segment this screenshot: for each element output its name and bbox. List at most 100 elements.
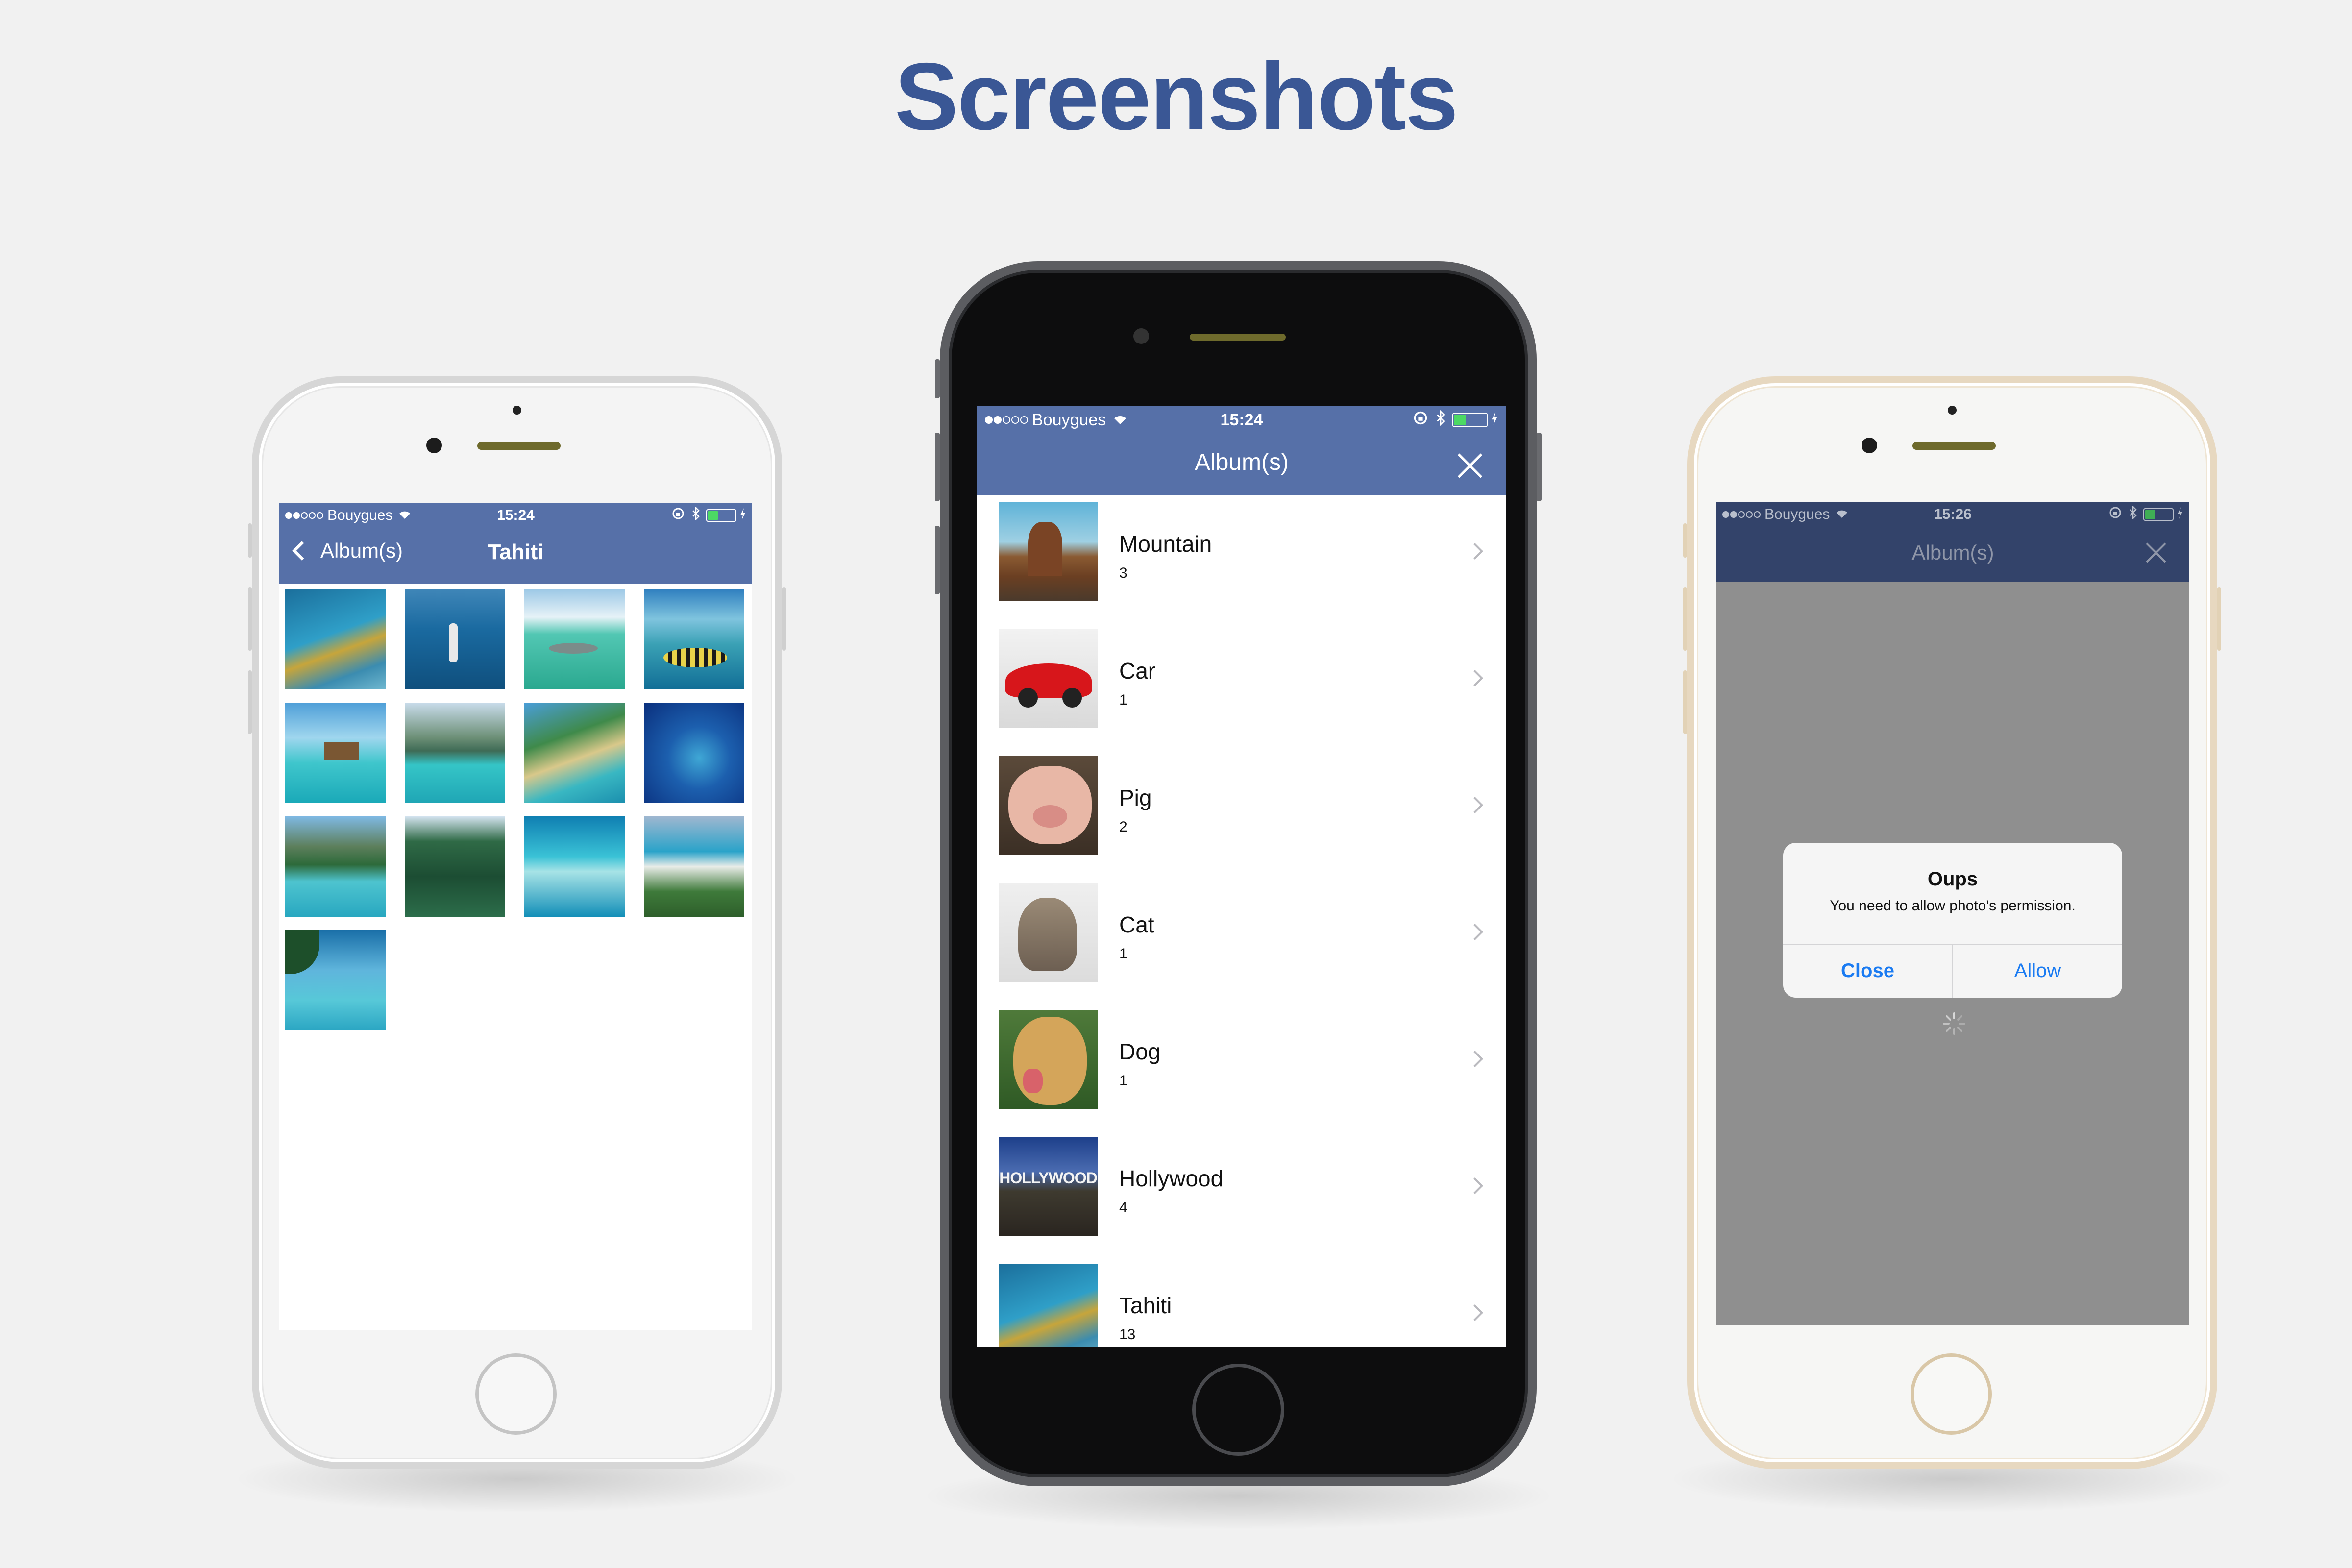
album-name: Car bbox=[1119, 658, 1156, 684]
nav-title: Tahiti bbox=[488, 540, 544, 564]
album-count: 2 bbox=[1119, 819, 1127, 835]
album-count: 1 bbox=[1119, 1073, 1127, 1089]
photo-thumbnail[interactable] bbox=[644, 589, 744, 689]
photo-thumbnail[interactable] bbox=[524, 816, 625, 917]
nav-bar: Bouygues 15:26 Album(s) bbox=[1716, 502, 2189, 582]
proximity-sensor bbox=[513, 406, 521, 415]
album-name: Dog bbox=[1119, 1039, 1161, 1064]
home-button[interactable] bbox=[1192, 1364, 1284, 1456]
wifi-icon bbox=[1835, 506, 1849, 523]
photo-thumbnail[interactable] bbox=[524, 703, 625, 803]
orientation-lock-icon bbox=[672, 507, 685, 524]
hollywood-sign-text: HOLLYWOOD bbox=[999, 1169, 1098, 1187]
side-button bbox=[1683, 523, 1687, 558]
photo-thumbnail[interactable] bbox=[285, 930, 386, 1030]
chevron-right-icon bbox=[1467, 543, 1483, 560]
volume-up-button bbox=[248, 587, 252, 651]
battery-icon bbox=[2143, 508, 2174, 521]
volume-up-button bbox=[1683, 587, 1687, 651]
wifi-icon bbox=[397, 507, 412, 524]
photo-thumbnail[interactable] bbox=[405, 589, 505, 689]
bluetooth-icon bbox=[2129, 505, 2137, 523]
earpiece-speaker bbox=[1190, 334, 1286, 341]
earpiece-speaker bbox=[1912, 442, 1996, 450]
side-button bbox=[248, 523, 252, 558]
volume-up-button bbox=[935, 433, 940, 501]
alert-allow-button[interactable]: Allow bbox=[1953, 944, 2122, 998]
chevron-right-icon bbox=[1467, 797, 1483, 813]
screen-bottom bbox=[279, 1330, 752, 1343]
screen-album-list: Bouygues 15:24 Album(s) Mountain 3 Car 1… bbox=[977, 406, 1506, 1347]
power-button bbox=[1537, 433, 1542, 501]
album-row-pig[interactable]: Pig 2 bbox=[977, 749, 1506, 876]
album-name: Cat bbox=[1119, 912, 1154, 937]
nav-bar: Bouygues 15:24 Album(s) bbox=[279, 503, 752, 584]
volume-down-button bbox=[935, 526, 940, 594]
front-camera bbox=[1862, 438, 1877, 453]
album-count: 3 bbox=[1119, 565, 1127, 581]
status-bar: Bouygues 15:24 bbox=[977, 406, 1506, 434]
photo-thumbnail[interactable] bbox=[405, 703, 505, 803]
album-count: 1 bbox=[1119, 692, 1127, 708]
album-thumbnail bbox=[999, 756, 1098, 855]
photo-thumbnail[interactable] bbox=[285, 816, 386, 917]
charging-icon bbox=[1491, 411, 1498, 430]
album-name: Pig bbox=[1119, 785, 1152, 810]
carrier-name: Bouygues bbox=[1032, 410, 1106, 429]
front-camera bbox=[1133, 328, 1149, 344]
close-icon[interactable] bbox=[2145, 542, 2167, 564]
carrier-name: Bouygues bbox=[1764, 506, 1830, 522]
screen-tahiti-album: Bouygues 15:24 Album(s) Tahiti bbox=[279, 503, 752, 1343]
album-thumbnail: HOLLYWOOD bbox=[999, 1137, 1098, 1236]
chevron-right-icon bbox=[1467, 670, 1483, 686]
signal-dots-icon bbox=[1722, 511, 1762, 518]
chevron-right-icon bbox=[1467, 1177, 1483, 1194]
album-row-cat[interactable]: Cat 1 bbox=[977, 876, 1506, 1003]
screen-bottom bbox=[1716, 1325, 2189, 1340]
photo-thumbnail[interactable] bbox=[405, 816, 505, 917]
power-button bbox=[2217, 587, 2221, 651]
orientation-lock-icon bbox=[1413, 411, 1428, 430]
album-row-dog[interactable]: Dog 1 bbox=[977, 1003, 1506, 1130]
close-icon[interactable] bbox=[1456, 452, 1484, 479]
album-row-hollywood[interactable]: HOLLYWOOD Hollywood 4 bbox=[977, 1130, 1506, 1257]
nav-bar: Bouygues 15:24 Album(s) bbox=[977, 406, 1506, 495]
status-bar: Bouygues 15:24 bbox=[279, 503, 752, 528]
front-camera bbox=[426, 438, 442, 453]
chevron-right-icon bbox=[1467, 1051, 1483, 1067]
battery-icon bbox=[1452, 413, 1488, 427]
signal-dots-icon bbox=[985, 416, 1029, 424]
album-count: 1 bbox=[1119, 946, 1127, 962]
permission-alert-dialog: Oups You need to allow photo's permissio… bbox=[1783, 843, 2122, 998]
photo-thumbnail[interactable] bbox=[644, 703, 744, 803]
page-headline: Screenshots bbox=[894, 43, 1458, 150]
album-thumbnail bbox=[999, 629, 1098, 728]
album-row-tahiti[interactable]: Tahiti 13 bbox=[977, 1257, 1506, 1347]
album-thumbnail bbox=[999, 883, 1098, 982]
charging-icon bbox=[2177, 506, 2183, 523]
home-button[interactable] bbox=[1911, 1353, 1992, 1435]
home-button[interactable] bbox=[475, 1353, 557, 1435]
alert-message: You need to allow photo's permission. bbox=[1830, 898, 2076, 914]
album-thumbnail bbox=[999, 1264, 1098, 1347]
album-row-car[interactable]: Car 1 bbox=[977, 622, 1506, 749]
album-row-mountain[interactable]: Mountain 3 bbox=[977, 495, 1506, 622]
album-count: 4 bbox=[1119, 1200, 1127, 1216]
alert-title: Oups bbox=[1927, 868, 1978, 890]
photo-thumbnail[interactable] bbox=[285, 703, 386, 803]
photo-thumbnail[interactable] bbox=[644, 816, 744, 917]
loading-spinner-icon bbox=[1942, 1011, 1966, 1036]
screen-permission-alert: Bouygues 15:26 Album(s) Oups You need to… bbox=[1716, 502, 2189, 1340]
signal-dots-icon bbox=[285, 512, 324, 519]
photo-thumbnail[interactable] bbox=[285, 589, 386, 689]
bluetooth-icon bbox=[691, 506, 700, 524]
wifi-icon bbox=[1112, 411, 1128, 430]
alert-close-button[interactable]: Close bbox=[1783, 944, 1952, 998]
album-thumbnail bbox=[999, 1010, 1098, 1109]
album-name: Hollywood bbox=[1119, 1166, 1224, 1191]
photo-thumbnail[interactable] bbox=[524, 589, 625, 689]
nav-title: Album(s) bbox=[1911, 541, 1994, 564]
album-count: 13 bbox=[1119, 1326, 1136, 1343]
album-name: Mountain bbox=[1119, 531, 1212, 557]
album-name: Tahiti bbox=[1119, 1293, 1172, 1318]
